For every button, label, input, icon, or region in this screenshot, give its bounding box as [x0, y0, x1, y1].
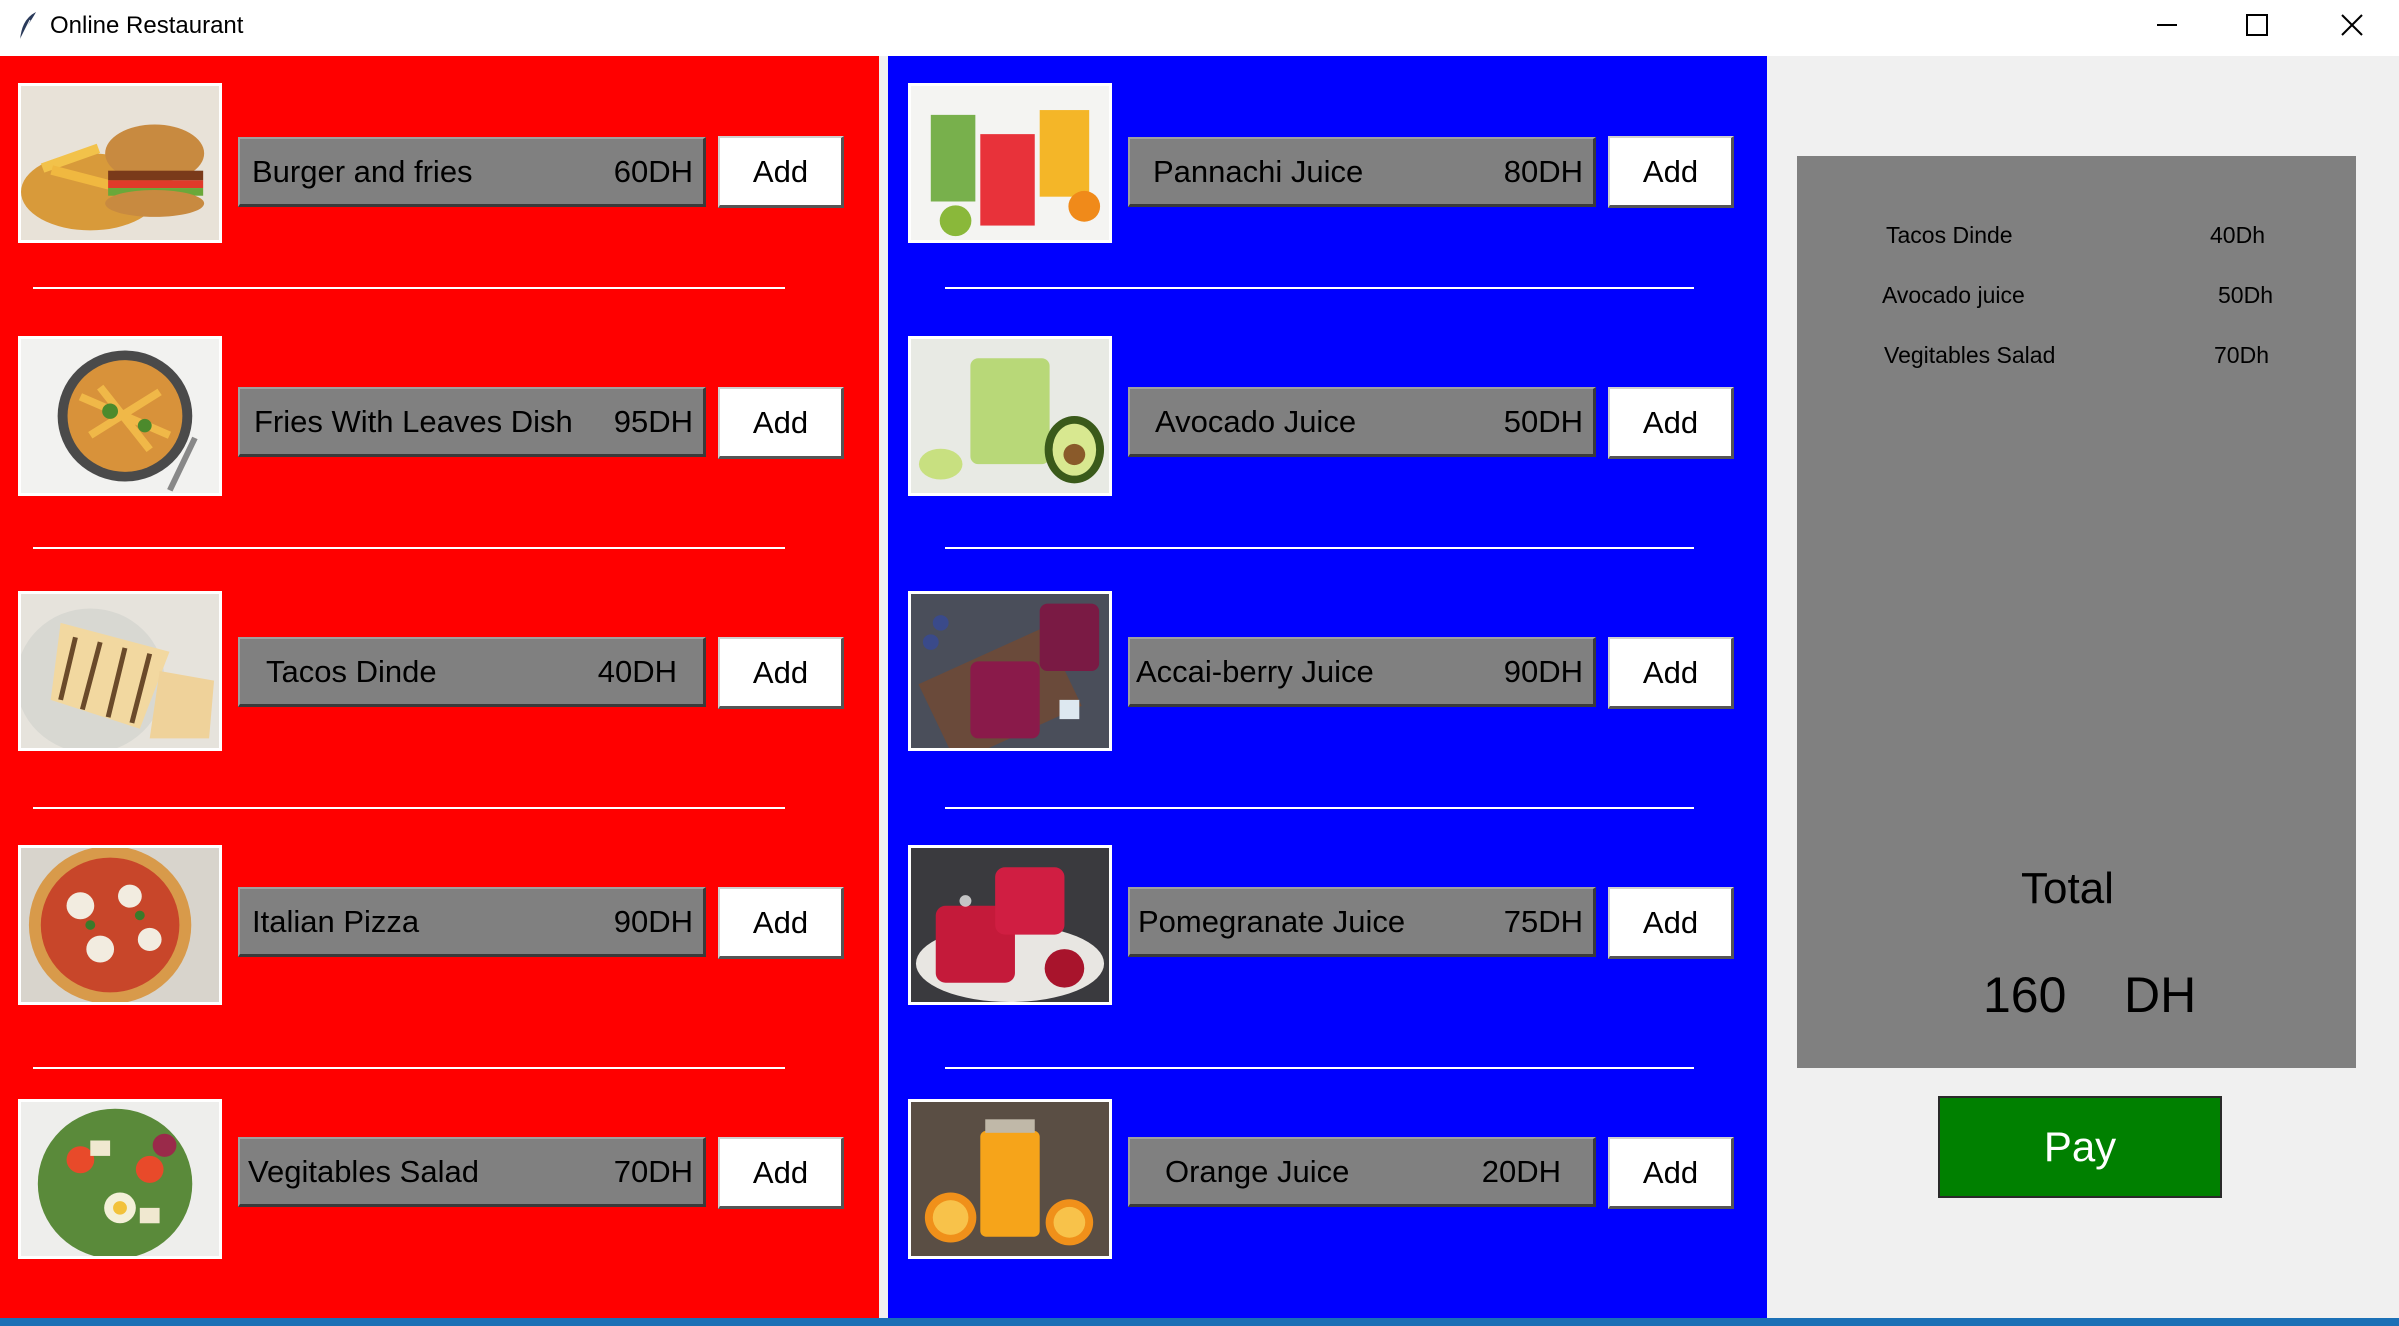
menu-item-pannachi-juice: Pannachi Juice 80DH: [1128, 137, 1596, 207]
add-burger-and-fries-button[interactable]: Add: [718, 136, 844, 208]
separator: [945, 1067, 1694, 1069]
item-name: Pomegranate Juice: [1138, 904, 1406, 939]
separator: [945, 287, 1694, 289]
pomegranate-juice-image: [908, 845, 1112, 1005]
menu-item-italian-pizza: Italian Pizza 90DH: [238, 887, 706, 957]
item-price: 60DH: [613, 154, 693, 189]
minimize-icon: [2157, 24, 2177, 26]
separator: [945, 547, 1694, 549]
item-name: Italian Pizza: [252, 904, 420, 939]
maximize-button[interactable]: [2210, 0, 2304, 50]
avocado-juice-image: [908, 336, 1112, 496]
menu-item-accai-berry-juice: Accai-berry Juice 90DH: [1128, 637, 1596, 707]
item-price: 70DH: [613, 1154, 693, 1189]
item-price: 50DH: [1503, 404, 1583, 439]
pay-button[interactable]: Pay: [1938, 1096, 2222, 1198]
separator: [33, 287, 785, 289]
italian-pizza-image: [18, 845, 222, 1005]
pannachi-juice-image: [908, 83, 1112, 243]
add-vegitables-salad-button[interactable]: Add: [718, 1137, 844, 1209]
item-name: Pannachi Juice: [1153, 154, 1364, 189]
separator: [945, 807, 1694, 809]
item-price: 95DH: [613, 404, 693, 439]
menu-item-orange-juice: Orange Juice 20DH: [1128, 1137, 1596, 1207]
menu-item-vegitables-salad: Vegitables Salad 70DH: [238, 1137, 706, 1207]
menu-item-burger-and-fries: Burger and fries 60DH: [238, 137, 706, 207]
menu-item-avocado-juice: Avocado Juice 50DH: [1128, 387, 1596, 457]
item-price: 90DH: [613, 904, 693, 939]
panel-divider: [879, 56, 888, 1318]
item-name: Fries With Leaves Dish: [254, 404, 573, 439]
order-item-price: 50Dh: [2218, 282, 2273, 308]
window-title: Online Restaurant: [50, 12, 244, 39]
item-price: 80DH: [1503, 154, 1583, 189]
item-name: Tacos Dinde: [266, 654, 437, 689]
order-item-name: Avocado juice: [1882, 282, 2025, 308]
minimize-button[interactable]: [2120, 0, 2214, 50]
order-summary: Tacos Dinde 40Dh Avocado juice 50Dh Vegi…: [1797, 156, 2356, 1068]
total-label: Total: [2021, 864, 2114, 913]
item-price: 75DH: [1503, 904, 1583, 939]
separator: [33, 547, 785, 549]
order-item-name: Vegitables Salad: [1884, 342, 2056, 368]
item-name: Accai-berry Juice: [1136, 654, 1374, 689]
item-name: Orange Juice: [1165, 1154, 1350, 1189]
total-currency: DH: [2124, 967, 2197, 1023]
add-fries-with-leaves-dish-button[interactable]: Add: [718, 387, 844, 459]
feather-icon: [19, 12, 36, 41]
taskbar: [0, 1318, 2399, 1326]
menu-item-pomegranate-juice: Pomegranate Juice 75DH: [1128, 887, 1596, 957]
add-italian-pizza-button[interactable]: Add: [718, 887, 844, 959]
add-avocado-juice-button[interactable]: Add: [1608, 387, 1734, 459]
menu-item-fries-with-leaves-dish: Fries With Leaves Dish 95DH: [238, 387, 706, 457]
menu-item-tacos-dinde: Tacos Dinde 40DH: [238, 637, 706, 707]
item-name: Burger and fries: [252, 154, 473, 189]
item-price: 20DH: [1481, 1154, 1561, 1189]
separator: [33, 807, 785, 809]
add-accai-berry-juice-button[interactable]: Add: [1608, 637, 1734, 709]
item-name: Avocado Juice: [1155, 404, 1357, 439]
order-item-name: Tacos Dinde: [1886, 222, 2013, 248]
orange-juice-image: [908, 1099, 1112, 1259]
vegitables-salad-image: [18, 1099, 222, 1259]
item-price: 90DH: [1503, 654, 1583, 689]
maximize-icon: [2246, 14, 2268, 36]
close-icon: [2341, 14, 2363, 36]
title-bar: Online Restaurant: [0, 0, 2399, 56]
separator: [33, 1067, 785, 1069]
order-item-price: 40Dh: [2210, 222, 2265, 248]
close-button[interactable]: [2305, 0, 2399, 50]
tacos-dinde-image: [18, 591, 222, 751]
add-tacos-dinde-button[interactable]: Add: [718, 637, 844, 709]
burger-and-fries-image: [18, 83, 222, 243]
add-pomegranate-juice-button[interactable]: Add: [1608, 887, 1734, 959]
total-amount: 160: [1983, 967, 2067, 1023]
add-pannachi-juice-button[interactable]: Add: [1608, 136, 1734, 208]
fries-with-leaves-image: [18, 336, 222, 496]
item-name: Vegitables Salad: [248, 1154, 479, 1189]
item-price: 40DH: [597, 654, 677, 689]
order-item-price: 70Dh: [2214, 342, 2269, 368]
add-orange-juice-button[interactable]: Add: [1608, 1137, 1734, 1209]
accai-berry-juice-image: [908, 591, 1112, 751]
